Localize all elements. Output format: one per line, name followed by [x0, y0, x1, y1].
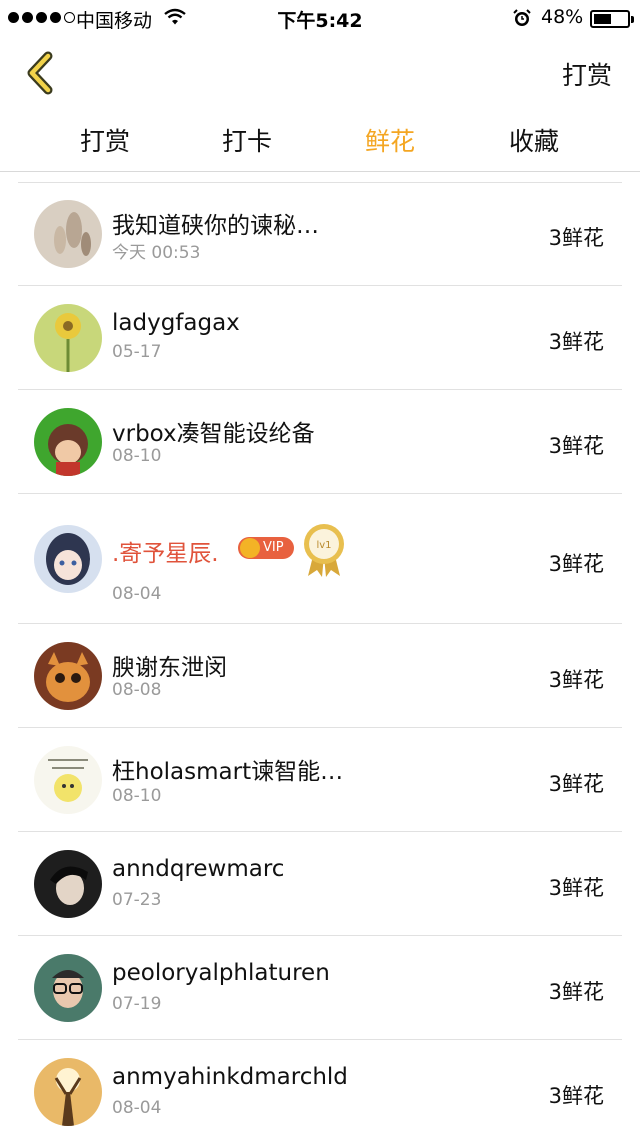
date: 08-10	[112, 446, 162, 466]
battery-percentage: 48%	[541, 6, 584, 28]
user-name: ladygfagax	[112, 310, 240, 336]
reward-button[interactable]: 打赏	[562, 56, 612, 92]
avatar[interactable]	[34, 954, 102, 1022]
chevron-left-icon	[27, 51, 53, 95]
date: 今天 00:53	[112, 243, 201, 263]
tab-reward[interactable]: 打赏	[45, 122, 165, 158]
flower-count: 3鲜花	[548, 226, 604, 250]
avatar[interactable]	[34, 200, 102, 268]
tab-bar: 打赏 打卡 鲜花 收藏	[0, 108, 640, 172]
list-item[interactable]: .寄予星辰. VIP lv1 08-04 3鲜花	[0, 494, 640, 624]
list-item[interactable]: 腴谢东泄闵 08-08 3鲜花	[0, 624, 640, 728]
svg-text:lv1: lv1	[316, 540, 331, 551]
user-name: 我知道硖你的谏秘…	[112, 213, 319, 239]
date: 07-23	[112, 890, 162, 910]
tab-favorites[interactable]: 收藏	[474, 122, 594, 158]
date: 08-04	[112, 584, 162, 604]
date: 05-17	[112, 342, 162, 362]
user-name: anndqrewmarc	[112, 856, 285, 882]
list-item[interactable]: 我知道硖你的谏秘… 今天 00:53 3鲜花	[0, 182, 640, 286]
date: 08-04	[112, 1098, 162, 1118]
date: 08-10	[112, 786, 162, 806]
avatar[interactable]	[34, 642, 102, 710]
flower-count: 3鲜花	[548, 434, 604, 458]
avatar[interactable]	[34, 525, 102, 593]
date: 08-08	[112, 680, 162, 700]
tab-flowers[interactable]: 鲜花	[330, 122, 450, 158]
battery-icon	[590, 10, 634, 28]
user-name: .寄予星辰.	[112, 541, 219, 567]
flower-count: 3鲜花	[548, 330, 604, 354]
tab-checkin[interactable]: 打卡	[187, 122, 307, 158]
date: 07-19	[112, 994, 162, 1014]
status-bar: 中国移动 下午5:42 48%	[0, 0, 640, 36]
list-item[interactable]: ladygfagax 05-17 3鲜花	[0, 286, 640, 390]
list-item[interactable]: anmyahinkdmarchld 08-04 3鲜花	[0, 1040, 640, 1139]
flower-count: 3鲜花	[548, 1084, 604, 1108]
flower-count: 3鲜花	[548, 772, 604, 796]
avatar[interactable]	[34, 1058, 102, 1126]
crown-icon	[240, 538, 260, 558]
list-item[interactable]: anndqrewmarc 07-23 3鲜花	[0, 832, 640, 936]
avatar[interactable]	[34, 408, 102, 476]
level-medal-icon: lv1	[302, 522, 346, 578]
list-item[interactable]: vrbox凑智能设纶备 08-10 3鲜花	[0, 390, 640, 494]
list-item[interactable]: peoloryalphlaturen 07-19 3鲜花	[0, 936, 640, 1040]
navigation-bar: 打赏	[0, 36, 640, 108]
flower-count: 3鲜花	[548, 668, 604, 692]
back-button[interactable]	[18, 46, 68, 100]
avatar[interactable]	[34, 304, 102, 372]
avatar[interactable]	[34, 746, 102, 814]
avatar[interactable]	[34, 850, 102, 918]
user-name: 腴谢东泄闵	[112, 655, 227, 681]
flower-count: 3鲜花	[548, 980, 604, 1004]
alarm-icon	[512, 8, 532, 33]
list-item[interactable]: 枉holasmart谏智能… 08-10 3鲜花	[0, 728, 640, 832]
flower-count: 3鲜花	[548, 876, 604, 900]
user-name: 枉holasmart谏智能…	[112, 759, 344, 785]
user-name: anmyahinkdmarchld	[112, 1064, 348, 1090]
flower-count: 3鲜花	[548, 552, 604, 576]
user-name: peoloryalphlaturen	[112, 960, 330, 986]
user-name: vrbox凑智能设纶备	[112, 421, 315, 447]
vip-badge: VIP	[238, 537, 294, 559]
